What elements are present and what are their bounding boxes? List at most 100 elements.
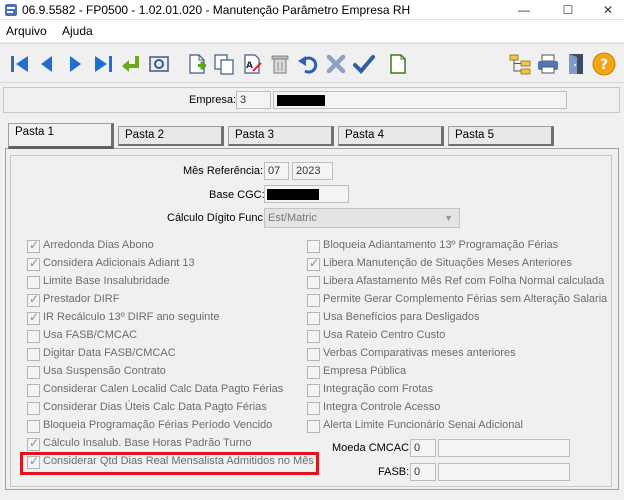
preview-icon[interactable] — [147, 52, 171, 76]
tree-icon[interactable] — [508, 52, 532, 76]
checkbox-empresa-publica[interactable] — [307, 366, 320, 379]
chevron-down-icon: ▼ — [444, 213, 453, 223]
mes-referencia-label: Mês Referência: — [183, 165, 264, 177]
return-icon[interactable] — [119, 52, 143, 76]
checkbox-label: Considerar Calen Localid Calc Data Pagto… — [43, 383, 284, 395]
first-record-icon[interactable] — [8, 52, 32, 76]
tab-pasta-2[interactable]: Pasta 2 — [118, 126, 224, 146]
checkbox-usa-suspensao-contrato[interactable] — [27, 366, 40, 379]
checkbox-label: Empresa Pública — [323, 365, 407, 377]
moeda-cmcac-field[interactable]: 0 — [410, 439, 436, 457]
copy-icon[interactable] — [212, 52, 236, 76]
tab-pasta-3[interactable]: Pasta 3 — [228, 126, 334, 146]
checkbox-arredonda-dias-abono[interactable]: ✓ — [27, 238, 40, 253]
checkbox-label: Alerta Limite Funcionário Senai Adiciona… — [323, 419, 523, 431]
checkmark-icon: ✓ — [29, 238, 40, 252]
checkbox-usa-rateio-centro-custo[interactable] — [307, 330, 320, 343]
last-record-icon[interactable] — [91, 52, 115, 76]
checkbox-bloqueia-adiantamento-13-programacao-ferias[interactable] — [307, 240, 320, 253]
close-button[interactable]: ✕ — [588, 0, 624, 20]
title-bar: 06.9.5582 - FP0500 - 1.02.01.020 - Manut… — [0, 0, 624, 20]
highlight-annotation — [20, 452, 319, 475]
checkbox-label: Permite Gerar Complemento Férias sem Alt… — [323, 293, 608, 305]
previous-record-icon[interactable] — [35, 52, 59, 76]
blank-document-icon[interactable] — [386, 52, 410, 76]
toolbar: A ? — [0, 43, 624, 83]
calculo-digito-label: Cálculo Dígito Func: — [167, 212, 267, 224]
checkbox-integracao-com-frotas[interactable] — [307, 384, 320, 397]
maximize-button[interactable]: ☐ — [548, 0, 588, 20]
fasb-field[interactable]: 0 — [410, 463, 436, 481]
empresa-label: Empresa: — [189, 94, 237, 106]
tab-pasta-1[interactable]: Pasta 1 — [8, 123, 114, 149]
menu-bar: Arquivo Ajuda — [0, 20, 624, 42]
moeda-cmcac-label: Moeda CMCAC: — [332, 442, 413, 454]
help-icon-glyph: ? — [600, 57, 608, 73]
checkbox-libera-manutencao-de-situacoes-meses-anteriores[interactable]: ✓ — [307, 256, 320, 271]
checkbox-integra-controle-acesso[interactable] — [307, 402, 320, 415]
checkbox-label: Considera Adicionais Adiant 13 — [43, 257, 195, 269]
checkbox-alerta-limite-funcionario-senai-adicional[interactable] — [307, 420, 320, 433]
checkbox-label: Integra Controle Acesso — [323, 401, 441, 413]
checkbox-label: Arredonda Dias Abono — [43, 239, 154, 251]
fasb-label: FASB: — [378, 466, 410, 478]
checkbox-calculo-insalub-base-horas-padrao-turno[interactable]: ✓ — [27, 436, 40, 451]
checkbox-permite-gerar-complemento-ferias-sem-alteracao-salaria[interactable] — [307, 294, 320, 307]
checkbox-label: Prestador DIRF — [43, 293, 120, 305]
calculo-digito-select[interactable]: Est/Matric ▼ — [264, 208, 460, 228]
confirm-icon[interactable] — [352, 52, 376, 76]
tab-pasta-5[interactable]: Pasta 5 — [448, 126, 554, 146]
mes-referencia-month-field[interactable]: 07 — [264, 162, 289, 180]
checkmark-icon: ✓ — [29, 256, 40, 270]
edit-icon[interactable]: A — [240, 52, 264, 76]
checkbox-label: Libera Manutenção de Situações Meses Ant… — [323, 257, 572, 269]
checkbox-bloqueia-programacao-ferias-periodo-vencido[interactable] — [27, 420, 40, 433]
menu-arquivo[interactable]: Arquivo — [6, 24, 47, 38]
app-icon — [5, 4, 17, 16]
checkbox-usa-beneficios-para-desligados[interactable] — [307, 312, 320, 325]
print-icon[interactable] — [536, 52, 560, 76]
checkbox-label: Bloqueia Programação Férias Período Venc… — [43, 419, 273, 431]
checkmark-icon: ✓ — [309, 256, 320, 270]
undo-icon[interactable] — [296, 52, 320, 76]
window-title: 06.9.5582 - FP0500 - 1.02.01.020 - Manut… — [22, 3, 411, 17]
fasb-desc-field[interactable] — [438, 463, 570, 481]
checkbox-libera-afastamento-mes-ref-com-folha-normal-calculada[interactable] — [307, 276, 320, 289]
checkbox-considerar-dias-uteis-calc-data-pagto-ferias[interactable] — [27, 402, 40, 415]
checkbox-considerar-calen-localid-calc-data-pagto-ferias[interactable] — [27, 384, 40, 397]
checkbox-label: Bloqueia Adiantamento 13º Programação Fé… — [323, 239, 559, 251]
checkbox-prestador-dirf[interactable]: ✓ — [27, 292, 40, 307]
cancel-icon[interactable] — [324, 52, 348, 76]
checkbox-digitar-data-fasb-cmcac[interactable] — [27, 348, 40, 361]
base-cgc-label: Base CGC: — [209, 189, 265, 201]
checkbox-label: Usa Rateio Centro Custo — [323, 329, 446, 341]
mes-referencia-year-field[interactable]: 2023 — [292, 162, 333, 180]
exit-door-icon[interactable] — [564, 52, 588, 76]
delete-icon[interactable] — [268, 52, 292, 76]
menu-ajuda[interactable]: Ajuda — [62, 24, 93, 38]
checkbox-label: Verbas Comparativas meses anteriores — [323, 347, 516, 359]
checkbox-label: Cálculo Insalub. Base Horas Padrão Turno — [43, 437, 252, 449]
moeda-cmcac-desc-field[interactable] — [438, 439, 570, 457]
checkbox-label: Integração com Frotas — [323, 383, 434, 395]
checkmark-icon: ✓ — [29, 292, 40, 306]
calculo-digito-value: Est/Matric — [268, 212, 317, 224]
checkbox-label: Usa Suspensão Contrato — [43, 365, 166, 377]
tab-pasta-4[interactable]: Pasta 4 — [338, 126, 444, 146]
next-record-icon[interactable] — [63, 52, 87, 76]
new-document-icon[interactable] — [185, 52, 209, 76]
checkmark-icon: ✓ — [29, 310, 40, 324]
checkbox-limite-base-insalubridade[interactable] — [27, 276, 40, 289]
checkbox-usa-fasb-cmcac[interactable] — [27, 330, 40, 343]
checkbox-considera-adicionais-adiant-13[interactable]: ✓ — [27, 256, 40, 271]
checkbox-verbas-comparativas-meses-anteriores[interactable] — [307, 348, 320, 361]
checkmark-icon: ✓ — [29, 436, 40, 450]
empresa-code-field[interactable]: 3 — [236, 91, 271, 109]
checkbox-label: Libera Afastamento Mês Ref com Folha Nor… — [323, 275, 605, 287]
minimize-button[interactable]: — — [504, 0, 544, 20]
checkbox-label: Usa FASB/CMCAC — [43, 329, 138, 341]
checkbox-label: Considerar Dias Úteis Calc Data Pagto Fé… — [43, 401, 267, 413]
checkbox-ir-recalculo-13-dirf-ano-seguinte[interactable]: ✓ — [27, 310, 40, 325]
checkbox-label: Limite Base Insalubridade — [43, 275, 170, 287]
help-icon[interactable]: ? — [592, 52, 616, 76]
